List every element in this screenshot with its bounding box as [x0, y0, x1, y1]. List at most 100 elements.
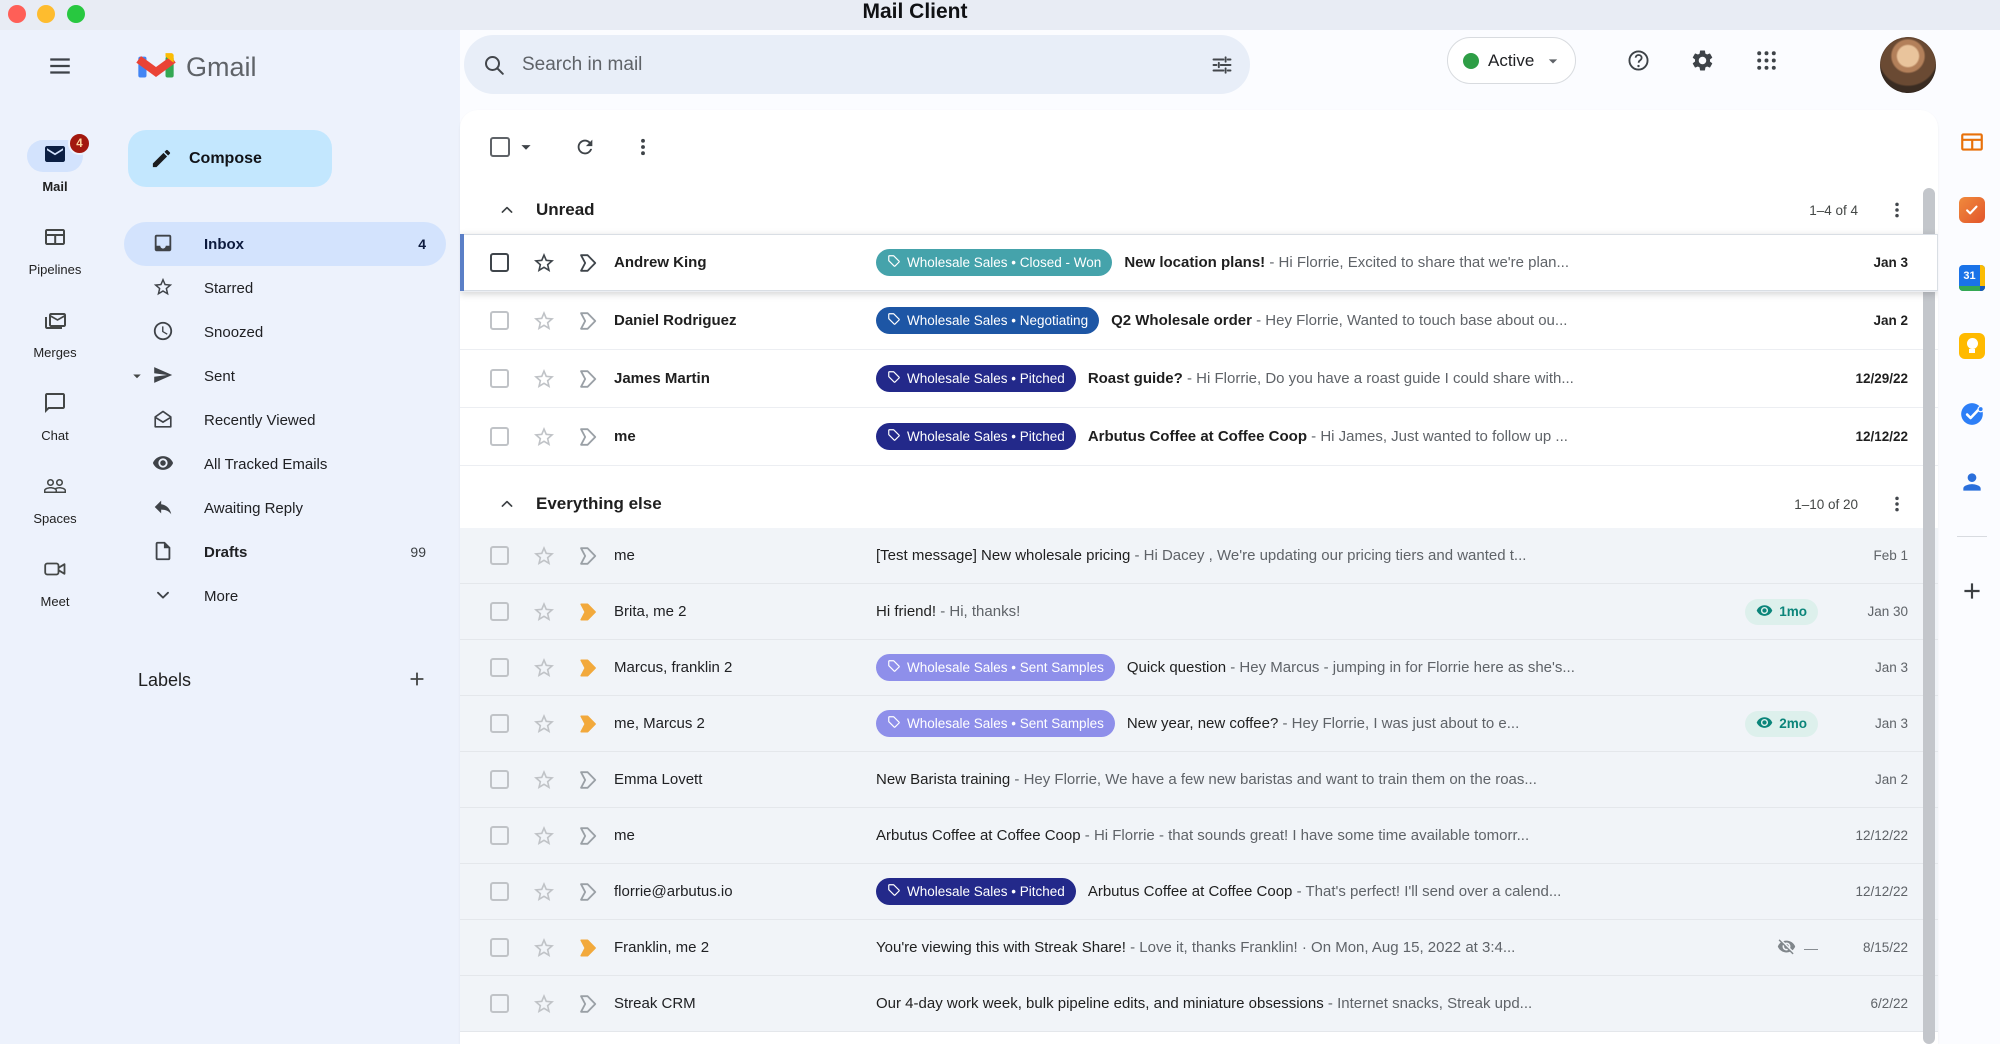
star-icon[interactable] [532, 880, 556, 904]
email-row[interactable]: meArbutus Coffee at Coffee Coop - Hi Flo… [460, 808, 1938, 864]
search-icon[interactable] [482, 53, 506, 77]
row-checkbox[interactable] [490, 546, 509, 565]
email-row[interactable]: Marcus, franklin 2Wholesale Sales • Sent… [460, 640, 1938, 696]
row-checkbox[interactable] [490, 994, 509, 1013]
star-icon[interactable] [532, 824, 556, 848]
row-checkbox[interactable] [490, 826, 509, 845]
search-input[interactable] [522, 54, 1210, 76]
compose-button[interactable]: Compose [128, 130, 332, 187]
row-checkbox[interactable] [490, 882, 509, 901]
email-row[interactable]: me, Marcus 2Wholesale Sales • Sent Sampl… [460, 696, 1938, 752]
section-more-icon[interactable] [1886, 199, 1908, 221]
google-calendar-icon[interactable]: 31 [1958, 264, 1986, 292]
expand-arrow-icon[interactable] [128, 367, 146, 385]
window-zoom-button[interactable] [67, 5, 85, 23]
google-contacts-icon[interactable] [1958, 468, 1986, 496]
star-icon[interactable] [532, 768, 556, 792]
star-icon[interactable] [532, 656, 556, 680]
email-row[interactable]: florrie@arbutus.ioWholesale Sales • Pitc… [460, 864, 1938, 920]
streak-pipelines-icon[interactable] [1958, 128, 1986, 156]
pipeline-stage-badge[interactable]: Wholesale Sales • Pitched [876, 423, 1076, 450]
rail-item-mail[interactable]: 4Mail [0, 140, 110, 204]
google-keep-icon[interactable] [1958, 332, 1986, 360]
streak-box-icon[interactable] [576, 310, 598, 332]
star-icon[interactable] [532, 712, 556, 736]
sidebar-item-drafts[interactable]: Drafts99 [124, 530, 446, 574]
refresh-icon[interactable] [573, 135, 597, 159]
streak-box-icon[interactable] [576, 881, 598, 903]
email-row[interactable]: James MartinWholesale Sales • PitchedRoa… [460, 350, 1938, 408]
row-checkbox[interactable] [490, 369, 509, 388]
row-checkbox[interactable] [490, 311, 509, 330]
sidebar-item-recently-viewed[interactable]: Recently Viewed [124, 398, 446, 442]
section-more-icon[interactable] [1886, 493, 1908, 515]
pipeline-stage-badge[interactable]: Wholesale Sales • Negotiating [876, 307, 1099, 334]
create-label-plus-icon[interactable] [406, 668, 430, 692]
streak-box-icon[interactable] [576, 769, 598, 791]
sidebar-item-starred[interactable]: Starred [124, 266, 446, 310]
star-icon[interactable] [532, 600, 556, 624]
rail-item-pipelines[interactable]: Pipelines [0, 223, 110, 287]
availability-status-dropdown[interactable]: Active [1447, 37, 1576, 84]
sidebar-item-more[interactable]: More [124, 574, 446, 618]
pipeline-stage-badge[interactable]: Wholesale Sales • Sent Samples [876, 710, 1115, 737]
sidebar-item-snoozed[interactable]: Snoozed [124, 310, 446, 354]
pipeline-stage-badge[interactable]: Wholesale Sales • Sent Samples [876, 654, 1115, 681]
email-row[interactable]: Streak CRMOur 4-day work week, bulk pipe… [460, 976, 1938, 1032]
pipeline-stage-badge[interactable]: Wholesale Sales • Closed - Won [876, 249, 1112, 276]
get-addons-plus-icon[interactable] [1958, 577, 1986, 605]
help-icon[interactable] [1616, 38, 1660, 82]
star-icon[interactable] [532, 367, 556, 391]
email-row[interactable]: Daniel RodriguezWholesale Sales • Negoti… [460, 292, 1938, 350]
streak-box-icon[interactable] [576, 426, 598, 448]
streak-box-icon[interactable] [576, 825, 598, 847]
star-icon[interactable] [532, 251, 556, 275]
streak-box-icon[interactable] [576, 993, 598, 1015]
streak-box-icon[interactable] [576, 601, 598, 623]
profile-avatar[interactable] [1880, 37, 1936, 93]
row-checkbox[interactable] [490, 770, 509, 789]
email-row[interactable]: me[Test message] New wholesale pricing -… [460, 528, 1938, 584]
star-icon[interactable] [532, 309, 556, 333]
row-checkbox[interactable] [490, 427, 509, 446]
row-checkbox[interactable] [490, 658, 509, 677]
sidebar-item-awaiting-reply[interactable]: Awaiting Reply [124, 486, 446, 530]
streak-box-icon[interactable] [576, 252, 598, 274]
sidebar-item-sent[interactable]: Sent [124, 354, 446, 398]
streak-box-icon[interactable] [576, 545, 598, 567]
rail-item-merges[interactable]: Merges [0, 306, 110, 370]
collapse-section-icon[interactable] [496, 199, 518, 221]
email-row[interactable]: Emma LovettNew Barista training - Hey Fl… [460, 752, 1938, 808]
streak-mail-tracking-icon[interactable] [1958, 196, 1986, 224]
email-row[interactable]: Andrew KingWholesale Sales • Closed - Wo… [460, 234, 1938, 292]
google-tasks-icon[interactable] [1958, 400, 1986, 428]
sidebar-item-all-tracked-emails[interactable]: All Tracked Emails [124, 442, 446, 486]
window-close-button[interactable] [8, 5, 26, 23]
email-tracking-pill[interactable]: 1mo [1745, 599, 1818, 625]
select-dropdown-icon[interactable] [515, 136, 537, 158]
streak-box-icon[interactable] [576, 713, 598, 735]
main-menu-icon[interactable] [40, 46, 80, 86]
email-row[interactable]: meWholesale Sales • PitchedArbutus Coffe… [460, 408, 1938, 466]
pipeline-stage-badge[interactable]: Wholesale Sales • Pitched [876, 365, 1076, 392]
row-checkbox[interactable] [490, 253, 509, 272]
email-tracking-pill[interactable]: 2mo [1745, 711, 1818, 737]
list-scrollbar-thumb[interactable] [1923, 188, 1935, 1044]
collapse-section-icon[interactable] [496, 493, 518, 515]
email-row[interactable]: Brita, me 2Hi friend! - Hi, thanks!1moJa… [460, 584, 1938, 640]
streak-box-icon[interactable] [576, 368, 598, 390]
rail-item-chat[interactable]: Chat [0, 389, 110, 453]
more-options-icon[interactable] [631, 135, 655, 159]
star-icon[interactable] [532, 544, 556, 568]
star-icon[interactable] [532, 992, 556, 1016]
window-minimize-button[interactable] [37, 5, 55, 23]
row-checkbox[interactable] [490, 938, 509, 957]
rail-item-meet[interactable]: Meet [0, 555, 110, 619]
star-icon[interactable] [532, 425, 556, 449]
sidebar-item-inbox[interactable]: Inbox4 [124, 222, 446, 266]
email-row[interactable]: Franklin, me 2You're viewing this with S… [460, 920, 1938, 976]
select-all-checkbox[interactable] [490, 137, 510, 157]
pipeline-stage-badge[interactable]: Wholesale Sales • Pitched [876, 878, 1076, 905]
row-checkbox[interactable] [490, 714, 509, 733]
rail-item-spaces[interactable]: Spaces [0, 472, 110, 536]
